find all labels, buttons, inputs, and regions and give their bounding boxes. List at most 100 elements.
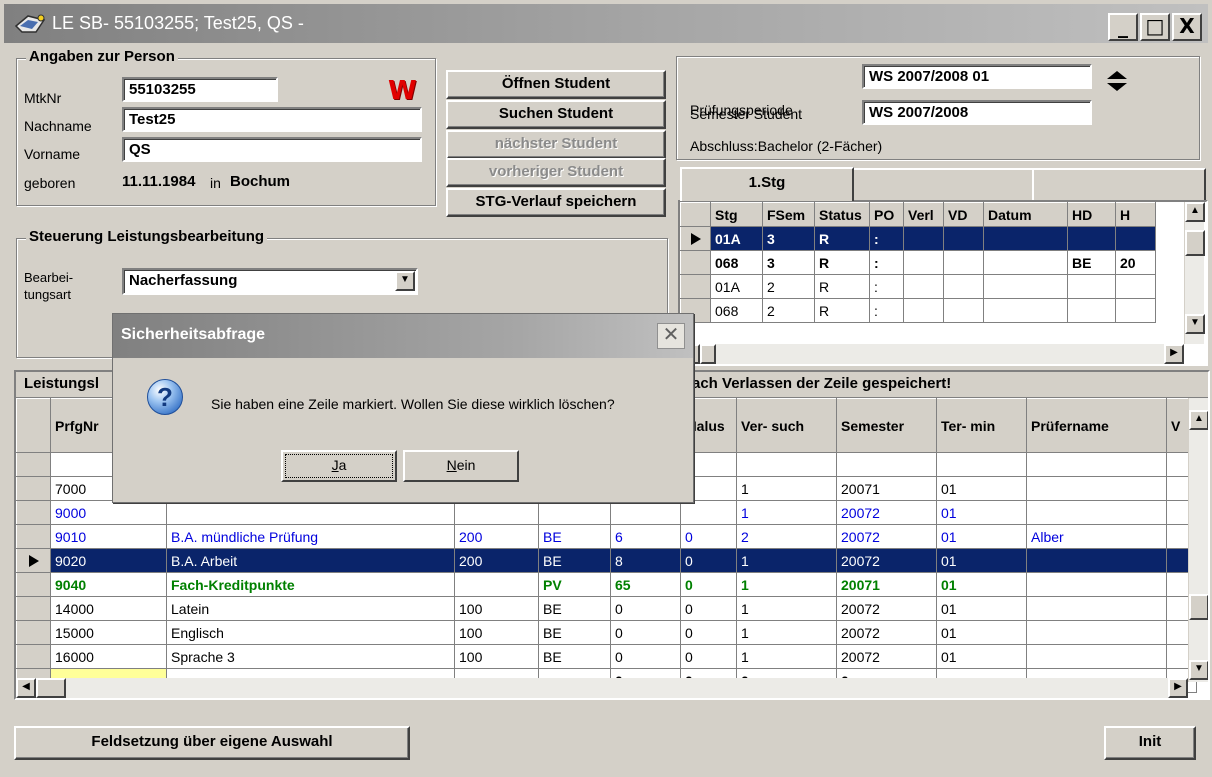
leistungen-cell[interactable]: 100	[454, 596, 539, 621]
stg-cell[interactable]: 068	[710, 298, 763, 323]
stg-cell[interactable]	[983, 274, 1068, 299]
maximize-button[interactable]: □	[1140, 13, 1170, 41]
stg-grid[interactable]: Stg FSem Status PO Verl VD Datum HD H 01…	[678, 200, 1208, 366]
leistungen-col-header[interactable]: Semester	[836, 398, 937, 453]
stg-row[interactable]: 01A 2 R :	[680, 274, 1156, 299]
tab-1-stg[interactable]: 1.Stg	[680, 167, 854, 201]
stg-cell[interactable]: R	[814, 226, 870, 251]
stg-cell[interactable]	[943, 274, 984, 299]
leistungen-row[interactable]: 9010 B.A. mündliche Prüfung 200 BE 6 0 2…	[16, 524, 1197, 549]
leistungen-cell[interactable]: 0	[680, 572, 737, 597]
leistungen-cell[interactable]	[936, 452, 1027, 477]
leistungen-cell[interactable]: 6	[610, 524, 681, 549]
scroll-left-icon[interactable]: ◀	[16, 678, 36, 698]
leistungen-cell[interactable]: 20072	[836, 620, 937, 645]
nein-button[interactable]: Nein	[403, 450, 519, 482]
stg-cell[interactable]	[903, 274, 944, 299]
leistungen-cell[interactable]: 20072	[836, 644, 937, 669]
stg-col-header[interactable]: PO	[869, 202, 904, 227]
stg-cell[interactable]: :	[869, 226, 904, 251]
stg-cell[interactable]: 01A	[710, 274, 763, 299]
stg-cell[interactable]: BE	[1067, 250, 1116, 275]
leistungen-cell[interactable]: 9040	[50, 572, 167, 597]
leistungen-cell[interactable]: 01	[936, 572, 1027, 597]
leistungen-horizontal-scrollbar[interactable]: ◀ ▶	[16, 678, 1188, 698]
tab-2[interactable]	[852, 168, 1034, 200]
tab-3[interactable]	[1032, 168, 1206, 200]
scroll-thumb[interactable]	[1189, 594, 1208, 620]
stg-cell[interactable]	[983, 226, 1068, 251]
leistungen-cell[interactable]: 100	[454, 620, 539, 645]
bearbeitungsart-select[interactable]: Nacherfassung ▼	[122, 268, 418, 295]
stg-cell[interactable]	[1067, 298, 1116, 323]
leistungen-col-header[interactable]: Prüfername	[1026, 398, 1167, 453]
leistungen-cell[interactable]	[1026, 548, 1167, 573]
leistungen-cell[interactable]: 8	[610, 548, 681, 573]
vorheriger-student-button[interactable]: vorheriger Student	[446, 158, 666, 187]
leistungen-cell[interactable]	[454, 500, 539, 525]
leistungen-cell[interactable]	[538, 500, 611, 525]
feldsetzung-button[interactable]: Feldsetzung über eigene Auswahl	[14, 726, 410, 760]
leistungen-row[interactable]: 14000 Latein 100 BE 0 0 1 20072 01	[16, 596, 1197, 621]
title-bar[interactable]: LE SB- 55103255; Test25, QS - _ □ X	[4, 4, 1208, 43]
minimize-button[interactable]: _	[1108, 13, 1138, 41]
semester-student-field[interactable]: WS 2007/2008	[862, 100, 1092, 125]
leistungen-row-selected[interactable]: 9020 B.A. Arbeit 200 BE 8 0 1 20072 01	[16, 548, 1197, 573]
leistungen-cell[interactable]: 20071	[836, 476, 937, 501]
leistungen-cell[interactable]: 9000	[50, 500, 167, 525]
stg-cell[interactable]: R	[814, 274, 870, 299]
scroll-down-icon[interactable]: ▼	[1189, 660, 1208, 680]
leistungen-cell[interactable]: 0	[680, 548, 737, 573]
scroll-right-icon[interactable]: ▶	[1164, 344, 1184, 364]
stg-row[interactable]: 068 3 R : BE 20	[680, 250, 1156, 275]
stg-cell[interactable]: 20	[1115, 250, 1156, 275]
vorname-field[interactable]: QS	[122, 137, 422, 162]
stg-cell[interactable]: 2	[762, 298, 815, 323]
leistungen-cell[interactable]: 2	[736, 524, 837, 549]
chevron-down-icon[interactable]: ▼	[395, 271, 415, 291]
leistungen-cell[interactable]: 9020	[50, 548, 167, 573]
pruefungsperiode-field[interactable]: WS 2007/2008 01	[862, 64, 1092, 89]
stg-cell[interactable]: R	[814, 250, 870, 275]
leistungen-cell[interactable]	[1026, 644, 1167, 669]
leistungen-cell[interactable]: 01	[936, 500, 1027, 525]
leistungen-cell[interactable]: Sprache 3	[166, 644, 455, 669]
stg-cell[interactable]: 068	[710, 250, 763, 275]
stg-cell[interactable]: 3	[762, 226, 815, 251]
leistungen-cell[interactable]: 9010	[50, 524, 167, 549]
leistungen-cell[interactable]: 01	[936, 596, 1027, 621]
leistungen-cell[interactable]	[1026, 476, 1167, 501]
leistungen-row[interactable]: 9040 Fach-Kreditpunkte PV 65 0 1 20071 0…	[16, 572, 1197, 597]
mtknr-field[interactable]: 55103255	[122, 77, 278, 102]
ja-button[interactable]: Ja	[281, 450, 397, 482]
stg-cell[interactable]	[1115, 274, 1156, 299]
close-button[interactable]: X	[1172, 13, 1202, 41]
leistungen-cell[interactable]: BE	[538, 620, 611, 645]
leistungen-cell[interactable]: BE	[538, 548, 611, 573]
oeffnen-student-button[interactable]: Öffnen Student	[446, 70, 666, 99]
leistungen-cell[interactable]	[680, 500, 737, 525]
leistungen-cell[interactable]: 200	[454, 524, 539, 549]
leistungen-vertical-scrollbar[interactable]: ▲ ▼	[1188, 398, 1208, 682]
init-button[interactable]: Init	[1104, 726, 1196, 760]
leistungen-cell[interactable]: Fach-Kreditpunkte	[166, 572, 455, 597]
leistungen-cell[interactable]: 1	[736, 620, 837, 645]
leistungen-cell[interactable]: 1	[736, 548, 837, 573]
stg-vertical-scrollbar[interactable]: ▲ ▼	[1184, 202, 1205, 344]
nachname-field[interactable]: Test25	[122, 107, 422, 132]
leistungen-cell[interactable]: 0	[680, 596, 737, 621]
leistungen-cell[interactable]	[166, 500, 455, 525]
stg-cell[interactable]: :	[869, 298, 904, 323]
stg-cell[interactable]	[1115, 298, 1156, 323]
leistungen-cell[interactable]: 14000	[50, 596, 167, 621]
scroll-up-icon[interactable]: ▲	[1189, 410, 1208, 430]
leistungen-cell[interactable]: 1	[736, 476, 837, 501]
leistungen-cell[interactable]: 16000	[50, 644, 167, 669]
leistungen-cell[interactable]	[736, 452, 837, 477]
stg-col-header[interactable]: H	[1115, 202, 1156, 227]
leistungen-row[interactable]: 9000 1 20072 01	[16, 500, 1197, 525]
naechster-student-button[interactable]: nächster Student	[446, 130, 666, 159]
leistungen-cell[interactable]: 01	[936, 524, 1027, 549]
leistungen-col-header[interactable]: Ter- min	[936, 398, 1027, 453]
suchen-student-button[interactable]: Suchen Student	[446, 100, 666, 129]
